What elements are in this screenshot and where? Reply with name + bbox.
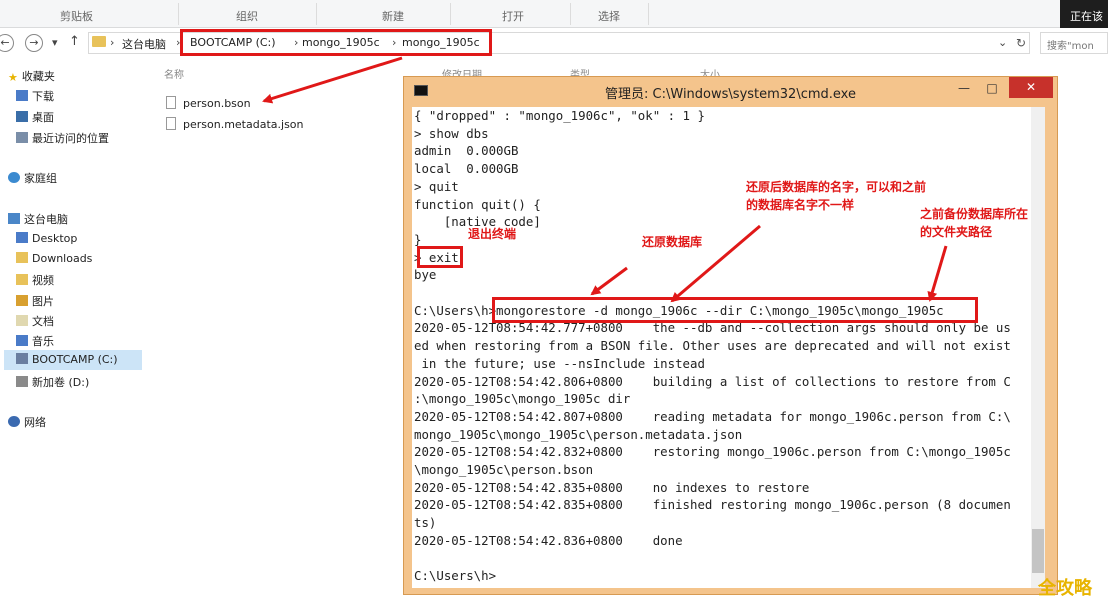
arrow-to-command — [590, 266, 628, 296]
watermark-logo: 全攻略 — [1038, 578, 1092, 599]
arrow-to-bson-file — [262, 56, 403, 104]
annotation-arrows — [262, 56, 948, 303]
arrow-to-db-name — [670, 224, 761, 303]
arrow-to-dir-path — [927, 245, 948, 302]
